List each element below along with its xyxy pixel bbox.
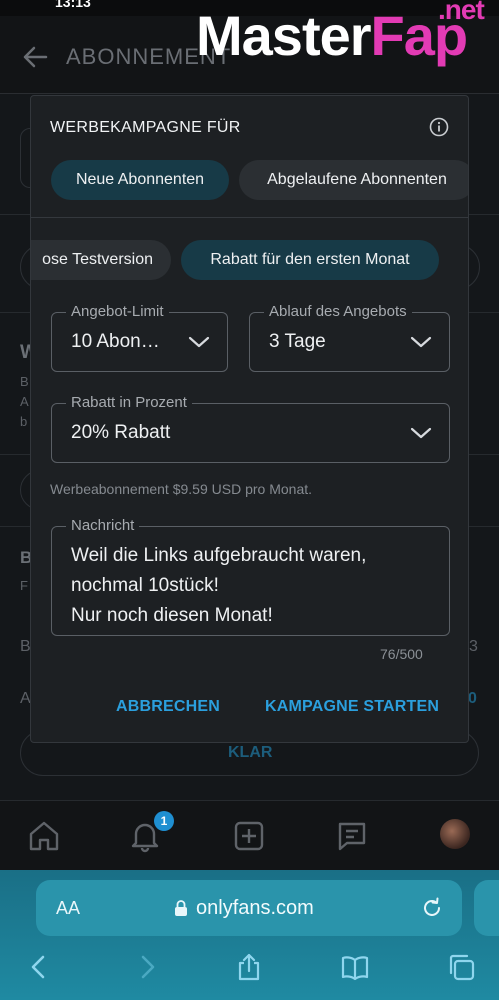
clear-button-label: KLAR (228, 744, 273, 761)
chip-expired-subscribers[interactable]: Abgelaufene Abonnenten (239, 160, 468, 200)
info-icon[interactable] (429, 117, 449, 137)
discount-percent-label: Rabatt in Prozent (66, 394, 192, 411)
notification-badge: 1 (154, 811, 174, 831)
page: 13:13 ABONNEMENT W B A b B F B 3 A 0 KLA… (0, 0, 499, 1000)
next-tab-preview[interactable] (474, 880, 499, 936)
discount-percent-value: 20% Rabatt (71, 422, 171, 443)
add-post-icon[interactable] (232, 819, 266, 853)
bookmarks-icon[interactable] (340, 952, 370, 982)
tabs-icon[interactable] (446, 952, 476, 982)
price-hint: Werbeabonnement $9.59 USD pro Monat. (50, 481, 313, 497)
offer-limit-value: 10 Abon… (71, 331, 160, 352)
lock-icon (175, 900, 187, 916)
offer-expiry-label: Ablauf des Angebots (264, 303, 412, 320)
character-counter: 76/500 (380, 646, 423, 662)
back-icon[interactable] (24, 952, 54, 982)
forward-icon[interactable] (132, 952, 162, 982)
message-label: Nachricht (66, 517, 140, 534)
message-text: Weil die Links aufgebraucht waren, nochm… (71, 545, 367, 626)
share-icon[interactable] (234, 952, 264, 982)
chip-free-trial[interactable]: ose Testversion (31, 240, 171, 280)
dialog-divider (31, 217, 468, 218)
browser-toolbar: AA onlyfans.com (0, 870, 499, 1000)
background-text: F (20, 578, 28, 593)
status-time: 13:13 (55, 0, 91, 10)
watermark-logo: MasterFap .net (196, 0, 485, 67)
chip-first-month-discount[interactable]: Rabatt für den ersten Monat (181, 240, 439, 280)
background-text: B (20, 374, 29, 389)
background-text: b (20, 414, 28, 429)
home-icon[interactable] (27, 819, 61, 853)
avatar[interactable] (440, 819, 470, 849)
offer-limit-label: Angebot-Limit (66, 303, 169, 320)
chevron-down-icon (188, 336, 210, 348)
background-row-value: 3 (469, 638, 478, 655)
url-text: onlyfans.com (196, 897, 314, 919)
reload-icon[interactable] (420, 896, 444, 920)
campaign-dialog: WERBEKAMPAGNE FÜR Neue Abonnenten Abgela… (30, 95, 469, 743)
address-bar[interactable]: AA onlyfans.com (36, 880, 462, 936)
offer-expiry-select[interactable]: Ablauf des Angebots 3 Tage (249, 303, 450, 372)
bottom-navigation: 1 (0, 800, 499, 870)
offer-expiry-value: 3 Tage (269, 331, 326, 352)
offer-limit-select[interactable]: Angebot-Limit 10 Abon… (51, 303, 228, 372)
chip-new-subscribers[interactable]: Neue Abonnenten (51, 160, 229, 200)
back-arrow-icon[interactable] (22, 44, 48, 70)
start-campaign-button[interactable]: KAMPAGNE STARTEN (265, 698, 439, 716)
discount-percent-select[interactable]: Rabatt in Prozent 20% Rabatt (51, 394, 450, 463)
chevron-down-icon (410, 427, 432, 439)
background-text: A (20, 394, 29, 409)
background-row-value: 0 (468, 690, 477, 707)
messages-icon[interactable] (335, 819, 369, 853)
reader-settings-button[interactable]: AA (56, 898, 80, 919)
dialog-title: WERBEKAMPAGNE FÜR (50, 119, 241, 136)
chevron-down-icon (410, 336, 432, 348)
message-textarea[interactable]: Nachricht Weil die Links aufgebraucht wa… (51, 517, 450, 636)
cancel-button[interactable]: ABBRECHEN (116, 698, 220, 716)
